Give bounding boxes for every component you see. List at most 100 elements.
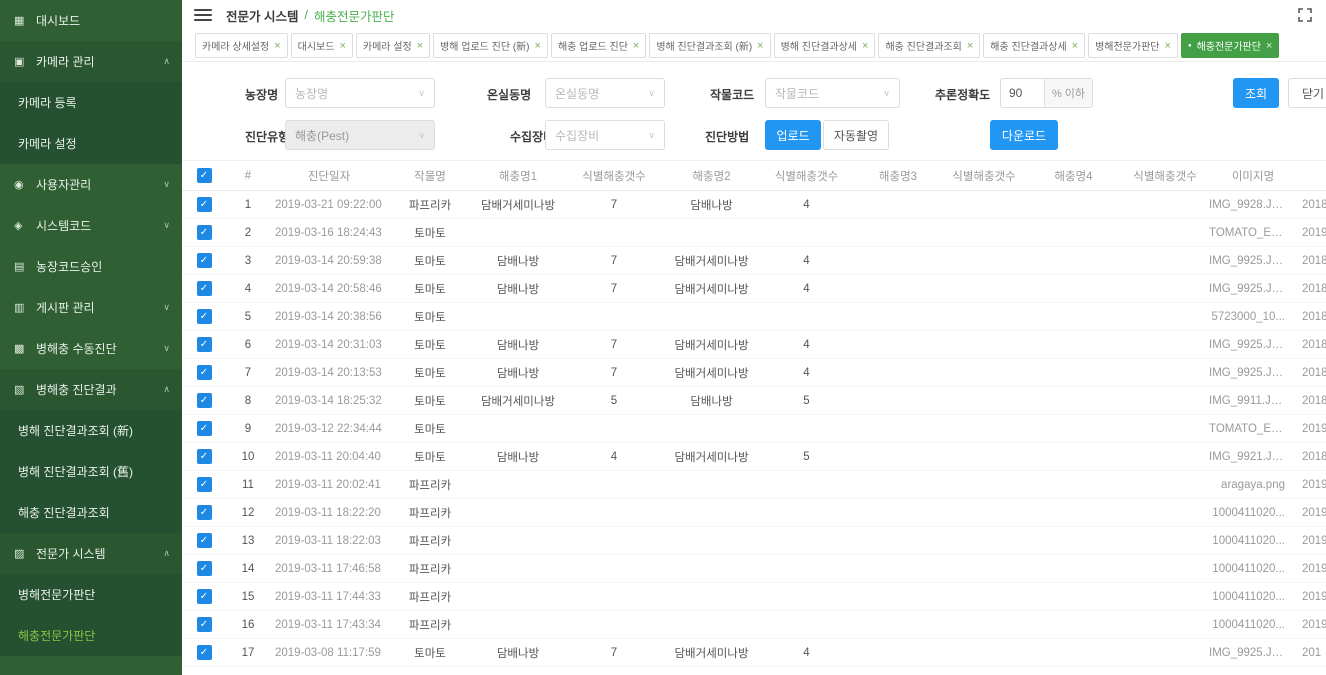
table-row[interactable]: ✓82019-03-14 18:25:32토마토담배거세미나방5담배나방5IMG… bbox=[182, 387, 1326, 415]
row-checkbox[interactable]: ✓ bbox=[197, 225, 212, 240]
row-checkbox[interactable]: ✓ bbox=[197, 561, 212, 576]
tab-2[interactable]: 카메라 설정× bbox=[356, 33, 430, 58]
table-cell bbox=[942, 415, 1026, 443]
table-row[interactable]: ✓52019-03-14 20:38:56토마토5723000_10...201… bbox=[182, 303, 1326, 331]
tab-5[interactable]: 병해 진단결과조회 (新)× bbox=[649, 33, 770, 58]
sidebar-item-camera-register[interactable]: 카메라 등록 bbox=[0, 82, 182, 123]
row-checkbox[interactable]: ✓ bbox=[197, 365, 212, 380]
accuracy-input[interactable] bbox=[1000, 78, 1045, 108]
row-checkbox-cell: ✓ bbox=[182, 387, 226, 415]
sidebar-item-expert-system[interactable]: ▨전문가 시스템∧ bbox=[0, 533, 182, 574]
row-checkbox[interactable]: ✓ bbox=[197, 421, 212, 436]
table-cell bbox=[942, 275, 1026, 303]
table-row[interactable]: ✓42019-03-14 20:58:46토마토담배나방7담배거세미나방4IMG… bbox=[182, 275, 1326, 303]
tab-4[interactable]: 해충 업로드 진단× bbox=[551, 33, 646, 58]
method-auto-button[interactable]: 자동촬영 bbox=[823, 120, 889, 150]
row-checkbox-cell: ✓ bbox=[182, 247, 226, 275]
sidebar-item-camera-settings[interactable]: 카메라 설정 bbox=[0, 123, 182, 164]
row-checkbox[interactable]: ✓ bbox=[197, 337, 212, 352]
tab-close-icon[interactable]: × bbox=[1165, 41, 1171, 51]
sidebar-item-disease-expert-judgment[interactable]: 병해전문가판단 bbox=[0, 574, 182, 615]
tab-9[interactable]: 병해전문가판단× bbox=[1088, 33, 1178, 58]
row-checkbox[interactable]: ✓ bbox=[197, 589, 212, 604]
tab-close-icon[interactable]: × bbox=[757, 41, 763, 51]
table-row[interactable]: ✓152019-03-11 17:44:33파프리카1000411020...2… bbox=[182, 583, 1326, 611]
table-row[interactable]: ✓102019-03-11 20:04:40토마토담배나방4담배거세미나방5IM… bbox=[182, 443, 1326, 471]
sidebar-item-manual-diagnosis[interactable]: ▩병해충 수동진단∨ bbox=[0, 328, 182, 369]
tab-10-active[interactable]: ●해충전문가판단× bbox=[1181, 33, 1279, 58]
table-row[interactable]: ✓22019-03-16 18:24:43토마토TOMATO_E_...2019 bbox=[182, 219, 1326, 247]
row-checkbox[interactable]: ✓ bbox=[197, 645, 212, 660]
table-row[interactable]: ✓62019-03-14 20:31:03토마토담배나방7담배거세미나방4IMG… bbox=[182, 331, 1326, 359]
row-checkbox[interactable]: ✓ bbox=[197, 197, 212, 212]
tab-close-icon[interactable]: × bbox=[1266, 41, 1272, 51]
tab-close-icon[interactable]: × bbox=[274, 41, 280, 51]
table-row[interactable]: ✓132019-03-11 18:22:03파프리카1000411020...2… bbox=[182, 527, 1326, 555]
table-row[interactable]: ✓12019-03-21 09:22:00파프리카담배거세미나방7담배나방4IM… bbox=[182, 191, 1326, 219]
greenhouse-select[interactable]: 온실동명 ∨ bbox=[545, 78, 665, 108]
tab-close-icon[interactable]: × bbox=[862, 41, 868, 51]
table-cell bbox=[1026, 527, 1121, 555]
tab-close-icon[interactable]: × bbox=[633, 41, 639, 51]
row-checkbox[interactable]: ✓ bbox=[197, 533, 212, 548]
fullscreen-icon[interactable] bbox=[1298, 8, 1312, 22]
table-row[interactable]: ✓122019-03-11 18:22:20파프리카1000411020...2… bbox=[182, 499, 1326, 527]
tab-close-icon[interactable]: × bbox=[535, 41, 541, 51]
table-cell bbox=[564, 527, 664, 555]
close-button[interactable]: 닫기 bbox=[1288, 78, 1326, 108]
breadcrumb-root[interactable]: 전문가 시스템 bbox=[226, 6, 298, 25]
tab-7[interactable]: 해충 진단결과조회× bbox=[878, 33, 980, 58]
sidebar-item-pest-expert-judgment[interactable]: 해충전문가판단 bbox=[0, 615, 182, 656]
sidebar-item-label: 병해충 진단결과 bbox=[36, 381, 157, 398]
sidebar-item-system-code[interactable]: ◈시스템코드∨ bbox=[0, 205, 182, 246]
row-checkbox[interactable]: ✓ bbox=[197, 309, 212, 324]
tab-0[interactable]: 카메라 상세설정× bbox=[195, 33, 288, 58]
tab-close-icon[interactable]: × bbox=[1072, 41, 1078, 51]
row-checkbox[interactable]: ✓ bbox=[197, 449, 212, 464]
sidebar-item-user-management[interactable]: ◉사용자관리∨ bbox=[0, 164, 182, 205]
sidebar-item-board-management[interactable]: ▥게시판 관리∨ bbox=[0, 287, 182, 328]
sidebar-item-pest-results[interactable]: 해충 진단결과조회 bbox=[0, 492, 182, 533]
column-header bbox=[1297, 161, 1326, 191]
table-row[interactable]: ✓112019-03-11 20:02:41파프리카aragaya.png201… bbox=[182, 471, 1326, 499]
download-button[interactable]: 다운로드 bbox=[990, 120, 1058, 150]
table-cell: 8 bbox=[226, 387, 270, 415]
tab-close-icon[interactable]: × bbox=[339, 41, 345, 51]
tab-close-icon[interactable]: × bbox=[417, 41, 423, 51]
table-cell: 토마토 bbox=[388, 331, 472, 359]
row-checkbox[interactable]: ✓ bbox=[197, 505, 212, 520]
method-upload-button[interactable]: 업로드 bbox=[765, 120, 821, 150]
table-row[interactable]: ✓32019-03-14 20:59:38토마토담배나방7담배거세미나방4IMG… bbox=[182, 247, 1326, 275]
tab-1[interactable]: 대시보드× bbox=[291, 33, 353, 58]
sidebar-item-disease-results-old[interactable]: 병해 진단결과조회 (舊) bbox=[0, 451, 182, 492]
select-all-checkbox[interactable]: ✓ bbox=[197, 168, 212, 183]
row-checkbox[interactable]: ✓ bbox=[197, 393, 212, 408]
search-button[interactable]: 조회 bbox=[1233, 78, 1279, 108]
equipment-select[interactable]: 수집장비 ∨ bbox=[545, 120, 665, 150]
tab-3[interactable]: 병해 업로드 진단 (新)× bbox=[433, 33, 548, 58]
table-row[interactable]: ✓142019-03-11 17:46:58파프리카1000411020...2… bbox=[182, 555, 1326, 583]
row-checkbox[interactable]: ✓ bbox=[197, 477, 212, 492]
table-row[interactable]: ✓72019-03-14 20:13:53토마토담배나방7담배거세미나방4IMG… bbox=[182, 359, 1326, 387]
sidebar-item-farm-code-approval[interactable]: ▤농장코드승인 bbox=[0, 246, 182, 287]
sidebar-item-label: 카메라 설정 bbox=[18, 135, 170, 152]
sidebar-item-camera-management[interactable]: ▣카메라 관리∧ bbox=[0, 41, 182, 82]
hamburger-menu-icon[interactable] bbox=[194, 9, 212, 21]
sidebar-item-diagnosis-results[interactable]: ▧병해충 진단결과∧ bbox=[0, 369, 182, 410]
table-row[interactable]: ✓162019-03-11 17:43:34파프리카1000411020...2… bbox=[182, 611, 1326, 639]
row-checkbox[interactable]: ✓ bbox=[197, 617, 212, 632]
tab-6[interactable]: 병해 진단결과상세× bbox=[774, 33, 876, 58]
table-row[interactable]: ✓172019-03-08 11:17:59토마토담배나방7담배거세미나방4IM… bbox=[182, 639, 1326, 667]
sidebar-item-dashboard[interactable]: ▦대시보드 bbox=[0, 0, 182, 41]
chevron-up-icon: ∧ bbox=[163, 384, 170, 395]
farm-name-select[interactable]: 농장명 ∨ bbox=[285, 78, 435, 108]
sidebar-item-disease-results-new[interactable]: 병해 진단결과조회 (新) bbox=[0, 410, 182, 451]
table-row[interactable]: ✓92019-03-12 22:34:44토마토TOMATO_E_...2019 bbox=[182, 415, 1326, 443]
diagnosis-type-select[interactable]: 해충(Pest) ∨ bbox=[285, 120, 435, 150]
row-checkbox[interactable]: ✓ bbox=[197, 281, 212, 296]
tab-close-icon[interactable]: × bbox=[967, 41, 973, 51]
row-checkbox[interactable]: ✓ bbox=[197, 253, 212, 268]
chevron-down-icon: ∨ bbox=[883, 88, 890, 99]
crop-code-select[interactable]: 작물코드 ∨ bbox=[765, 78, 900, 108]
tab-8[interactable]: 해충 진단결과상세× bbox=[983, 33, 1085, 58]
